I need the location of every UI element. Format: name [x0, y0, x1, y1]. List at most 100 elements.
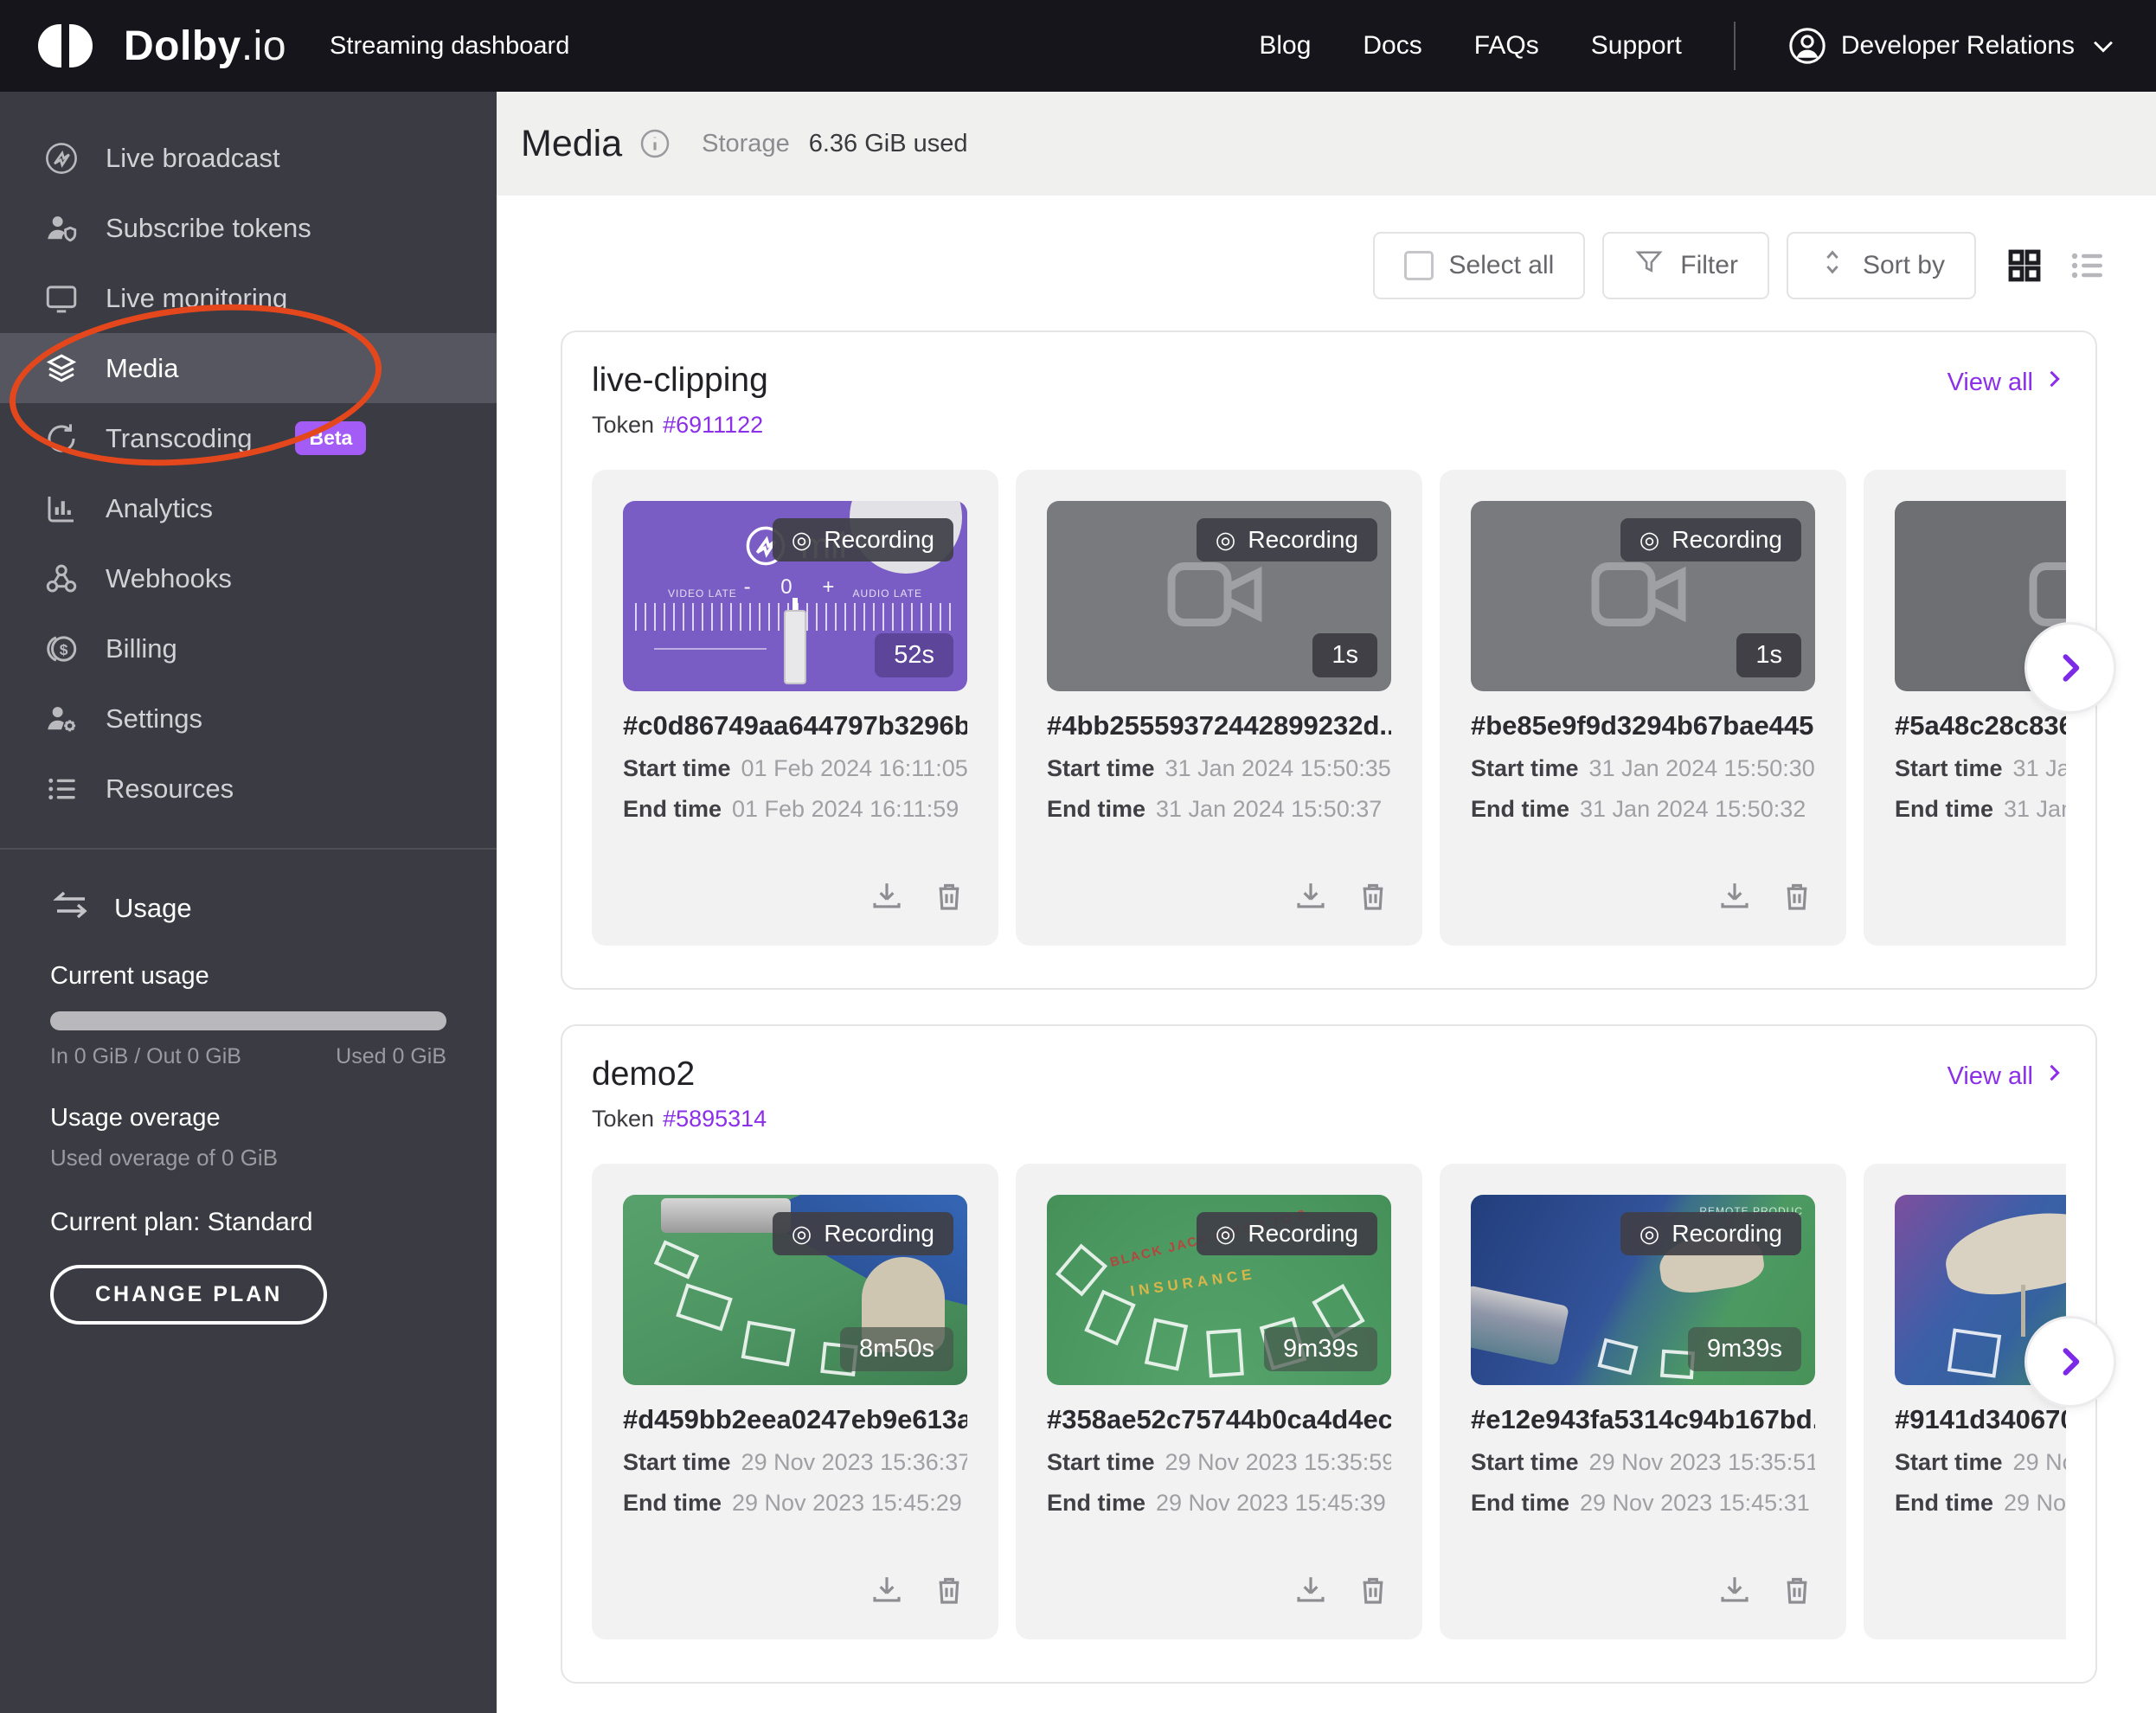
logo-io: .io	[241, 23, 286, 69]
delete-button[interactable]	[1779, 878, 1815, 914]
analytics-icon	[43, 491, 80, 527]
person-gear-icon	[43, 701, 80, 737]
end-time-row: End time29 Nov 2023 15:45:29	[623, 1490, 967, 1517]
sidebar-item-billing[interactable]: $ Billing	[0, 613, 497, 683]
media-card[interactable]: REMOTE PRODUC ◎Recording 9m39s #e12e943f…	[1440, 1164, 1846, 1639]
media-card[interactable]: ◎Recording 1s #be85e9f9d3294b67bae445...…	[1440, 470, 1846, 946]
section-title: live-clipping	[592, 362, 768, 400]
video-camera-icon	[1163, 553, 1275, 640]
recording-label: Recording	[824, 1220, 934, 1248]
download-button[interactable]	[1293, 878, 1329, 914]
recording-label: Recording	[824, 526, 934, 554]
media-card[interactable]: ◎Recording 8m50s #d459bb2eea0247eb9e613a…	[592, 1164, 998, 1639]
page-title: Media	[521, 123, 622, 165]
recording-label: Recording	[1672, 1220, 1782, 1248]
sidebar-item-media[interactable]: Media	[0, 333, 497, 403]
top-header: Dolby.io Streaming dashboard Blog Docs F…	[0, 0, 2156, 92]
video-thumbnail[interactable]: ◎Recording 1s	[1471, 501, 1815, 691]
download-button[interactable]	[1293, 1572, 1329, 1608]
media-id: #d459bb2eea0247eb9e613a...	[623, 1404, 967, 1435]
download-button[interactable]	[1716, 878, 1753, 914]
sidebar-item-label: Analytics	[106, 493, 213, 524]
sidebar-item-live-broadcast[interactable]: Live broadcast	[0, 123, 497, 193]
sidebar-item-live-monitoring[interactable]: Live monitoring	[0, 263, 497, 333]
view-all-link[interactable]: View all	[1947, 367, 2066, 398]
filter-label: Filter	[1680, 251, 1738, 280]
nav-support[interactable]: Support	[1591, 31, 1682, 61]
sidebar-item-resources[interactable]: Resources	[0, 754, 497, 824]
page-header: Media Storage 6.36 GiB used	[497, 92, 2156, 196]
record-icon: ◎	[1216, 1222, 1236, 1246]
video-thumbnail[interactable]: BLACK JACK PAYS 3 TO 2 INSURANCE ◎Record…	[1047, 1195, 1391, 1385]
token-line: Token #5895314	[592, 1106, 2066, 1132]
media-card[interactable]: #5a48c28c8368 Start time31 Jan 2 End tim…	[1864, 470, 2066, 946]
current-usage-label: Current usage	[50, 962, 446, 991]
beta-badge: Beta	[295, 421, 366, 455]
video-thumbnail[interactable]: ◎Recording 1s	[1047, 501, 1391, 691]
media-card[interactable]: ◎Recording 1s #4bb25559372442899232d... …	[1016, 470, 1422, 946]
cards-row: ◎Recording 8m50s #d459bb2eea0247eb9e613a…	[592, 1164, 2066, 1639]
token-link[interactable]: #5895314	[663, 1106, 767, 1132]
token-label: Token	[592, 1106, 654, 1132]
transcode-refresh-icon	[43, 420, 80, 457]
logo-text[interactable]: Dolby.io	[124, 22, 286, 70]
sort-by-button[interactable]: Sort by	[1787, 232, 1976, 299]
media-id: #5a48c28c8368	[1895, 710, 2066, 741]
nav-faqs[interactable]: FAQs	[1474, 31, 1539, 61]
delete-button[interactable]	[931, 1572, 967, 1608]
section-live-clipping: live-clipping View all Token#6911122 mil…	[561, 330, 2097, 990]
carousel-next-button[interactable]	[2024, 622, 2116, 714]
sidebar-item-label: Webhooks	[106, 563, 232, 594]
info-icon[interactable]	[638, 126, 672, 161]
broadcast-icon	[43, 140, 80, 176]
app-subtitle: Streaming dashboard	[330, 32, 569, 61]
media-card[interactable]: #9141d340670 Start time29 Nov 2 End time…	[1864, 1164, 2066, 1639]
select-all-button[interactable]: Select all	[1373, 232, 1586, 299]
usage-used: Used 0 GiB	[336, 1044, 446, 1069]
sidebar-item-transcoding[interactable]: Transcoding Beta	[0, 403, 497, 473]
thumbnail-decor	[1940, 1202, 2066, 1304]
sidebar-item-analytics[interactable]: Analytics	[0, 473, 497, 543]
download-button[interactable]	[869, 878, 905, 914]
list-icon	[43, 771, 80, 807]
delete-button[interactable]	[1355, 1572, 1391, 1608]
view-all-link[interactable]: View all	[1947, 1061, 2066, 1092]
recording-badge: ◎Recording	[1620, 1212, 1801, 1255]
end-time-row: End time29 Nov 2023 15:45:39	[1047, 1490, 1391, 1517]
carousel-next-button[interactable]	[2024, 1316, 2116, 1408]
nav-docs[interactable]: Docs	[1363, 31, 1421, 61]
sidebar-menu: Live broadcast Subscribe tokens Live mon…	[0, 92, 497, 824]
chevron-right-icon	[2042, 367, 2066, 398]
sidebar-item-label: Live monitoring	[106, 283, 287, 314]
sidebar-item-webhooks[interactable]: Webhooks	[0, 543, 497, 613]
select-all-checkbox[interactable]	[1404, 251, 1434, 280]
storage-value: 6.36 GiB used	[809, 130, 968, 158]
sidebar-item-subscribe-tokens[interactable]: Subscribe tokens	[0, 193, 497, 263]
sort-icon	[1818, 247, 1847, 284]
delete-button[interactable]	[1355, 878, 1391, 914]
sidebar-item-settings[interactable]: Settings	[0, 683, 497, 754]
delete-button[interactable]	[1779, 1572, 1815, 1608]
media-id: #9141d340670	[1895, 1404, 2066, 1435]
video-thumbnail[interactable]: mil - 0 + VIDEO LATEAUDIO LATE ◎Recordin…	[623, 501, 967, 691]
download-button[interactable]	[869, 1572, 905, 1608]
video-thumbnail[interactable]: REMOTE PRODUC ◎Recording 9m39s	[1471, 1195, 1815, 1385]
storage-label: Storage	[702, 130, 790, 158]
user-icon	[1787, 26, 1827, 66]
token-link[interactable]: #6911122	[663, 412, 763, 438]
delete-button[interactable]	[931, 878, 967, 914]
video-thumbnail[interactable]: ◎Recording 8m50s	[623, 1195, 967, 1385]
view-toggle	[2004, 245, 2108, 286]
change-plan-button[interactable]: CHANGE PLAN	[50, 1265, 327, 1325]
grid-view-icon[interactable]	[2004, 245, 2045, 286]
download-button[interactable]	[1716, 1572, 1753, 1608]
filter-button[interactable]: Filter	[1602, 232, 1769, 299]
account-menu[interactable]: Developer Relations	[1787, 26, 2118, 66]
sidebar-item-label: Media	[106, 353, 178, 384]
recording-badge: ◎Recording	[1197, 1212, 1377, 1255]
media-card[interactable]: BLACK JACK PAYS 3 TO 2 INSURANCE ◎Record…	[1016, 1164, 1422, 1639]
list-view-icon[interactable]	[2066, 245, 2108, 286]
recording-badge: ◎Recording	[1620, 518, 1801, 561]
media-card[interactable]: mil - 0 + VIDEO LATEAUDIO LATE ◎Recordin…	[592, 470, 998, 946]
nav-blog[interactable]: Blog	[1259, 31, 1311, 61]
